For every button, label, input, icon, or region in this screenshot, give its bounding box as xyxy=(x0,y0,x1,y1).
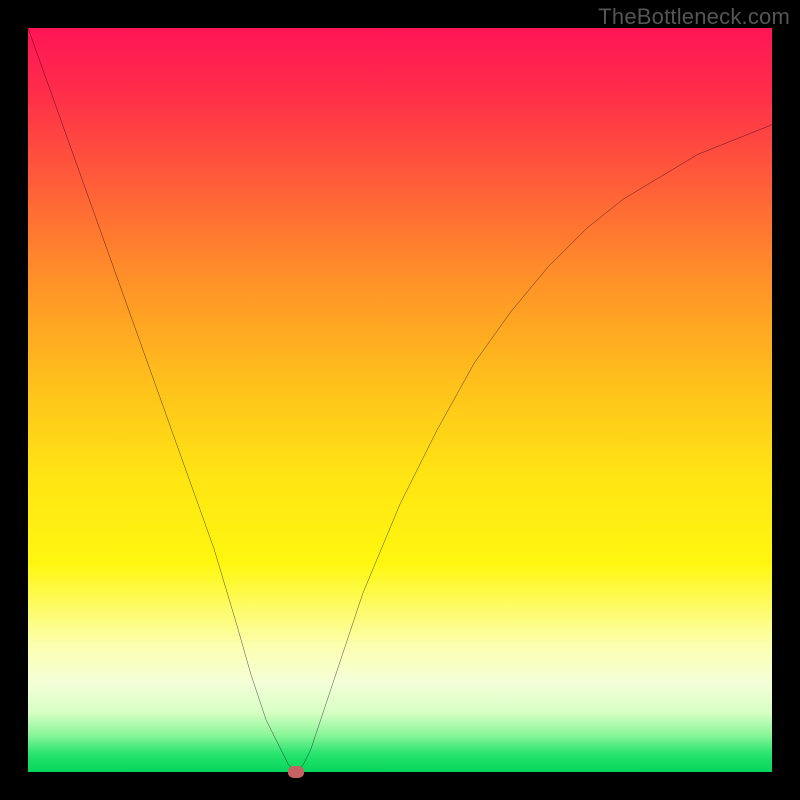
watermark-text: TheBottleneck.com xyxy=(598,4,790,30)
chart-plot-area xyxy=(28,28,772,772)
curve-path xyxy=(28,28,772,772)
bottleneck-curve xyxy=(28,28,772,772)
minimum-marker xyxy=(288,766,304,778)
